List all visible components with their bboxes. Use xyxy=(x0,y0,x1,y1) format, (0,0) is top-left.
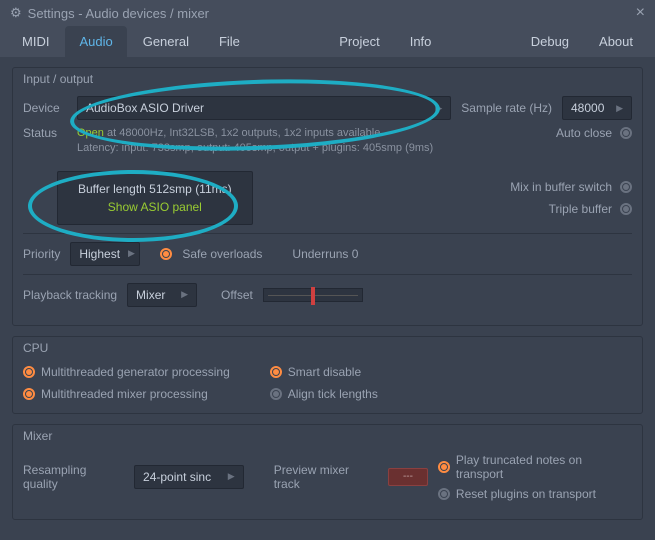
mt-gen-radio[interactable]: Multithreaded generator processing xyxy=(23,365,230,379)
resampling-value: 24-point sinc xyxy=(143,470,211,484)
playback-tracking-select[interactable]: Mixer ▶ xyxy=(127,283,197,307)
status-open: Open xyxy=(77,127,104,139)
tab-about[interactable]: About xyxy=(585,26,647,57)
sample-rate-select[interactable]: 48000 ▶ xyxy=(562,96,632,120)
chevron-right-icon: ▶ xyxy=(616,103,623,114)
playback-tracking-label: Playback tracking xyxy=(23,288,117,302)
status-details: at 48000Hz, Int32LSB, 1x2 outputs, 1x2 i… xyxy=(104,127,380,139)
buffer-length-text: Buffer length 512smp (11ms) xyxy=(78,182,232,196)
priority-label: Priority xyxy=(23,247,60,261)
tab-audio[interactable]: Audio xyxy=(65,26,126,57)
chevron-right-icon: ▶ xyxy=(228,471,235,482)
chevron-right-icon: ▶ xyxy=(128,248,135,259)
close-icon[interactable]: × xyxy=(636,4,645,22)
align-tick-radio[interactable]: Align tick lengths xyxy=(270,387,378,401)
mix-in-buffer-radio[interactable] xyxy=(620,181,632,193)
priority-select[interactable]: Highest ▶ xyxy=(70,242,140,266)
preview-track-button[interactable]: --- xyxy=(388,468,428,486)
tab-file[interactable]: File xyxy=(205,26,254,57)
device-value: AudioBox ASIO Driver xyxy=(86,101,204,115)
section-cpu: CPU Multithreaded generator processing M… xyxy=(12,336,643,414)
tab-debug[interactable]: Debug xyxy=(517,26,583,57)
mix-in-buffer-label: Mix in buffer switch xyxy=(510,180,612,194)
section-mixer: Mixer Resampling quality 24-point sinc ▶… xyxy=(12,424,643,520)
auto-close-radio[interactable] xyxy=(620,127,632,139)
device-select[interactable]: AudioBox ASIO Driver ▶ xyxy=(77,96,451,120)
tab-info[interactable]: Info xyxy=(396,26,446,57)
safe-overloads-label: Safe overloads xyxy=(182,247,262,261)
status-text: Open at 48000Hz, Int32LSB, 1x2 outputs, … xyxy=(77,126,546,157)
offset-label: Offset xyxy=(221,288,253,302)
triple-buffer-radio[interactable] xyxy=(620,203,632,215)
smart-disable-radio[interactable]: Smart disable xyxy=(270,365,378,379)
device-label: Device xyxy=(23,101,67,115)
safe-overloads-radio[interactable] xyxy=(160,248,172,260)
mt-mix-radio[interactable]: Multithreaded mixer processing xyxy=(23,387,230,401)
buffer-panel: Buffer length 512smp (11ms) Show ASIO pa… xyxy=(57,171,253,225)
playback-tracking-value: Mixer xyxy=(136,288,165,302)
auto-close-label: Auto close xyxy=(556,126,612,140)
tab-bar: MIDI Audio General File Project Info Deb… xyxy=(0,26,655,57)
tab-general[interactable]: General xyxy=(129,26,203,57)
resampling-label: Resampling quality xyxy=(23,463,124,491)
slider-thumb[interactable] xyxy=(311,287,315,305)
show-asio-link[interactable]: Show ASIO panel xyxy=(78,200,232,214)
section-title: CPU xyxy=(23,341,632,355)
triple-buffer-label: Triple buffer xyxy=(549,202,612,216)
window-title-text: Settings - Audio devices / mixer xyxy=(28,6,209,21)
window-titlebar: ⚙ Settings - Audio devices / mixer × xyxy=(0,0,655,26)
preview-label: Preview mixer track xyxy=(274,463,378,491)
section-input-output: Input / output Device AudioBox ASIO Driv… xyxy=(12,67,643,326)
chevron-right-icon: ▶ xyxy=(181,289,188,300)
status-latency: Latency: input: 733smp, output: 405smp, … xyxy=(77,142,433,154)
offset-slider[interactable] xyxy=(263,288,363,302)
underruns-text: Underruns 0 xyxy=(292,247,358,261)
reset-plugins-radio[interactable]: Reset plugins on transport xyxy=(438,487,596,501)
chevron-right-icon: ▶ xyxy=(435,103,442,114)
section-title: Input / output xyxy=(23,72,632,86)
status-label: Status xyxy=(23,126,67,140)
tab-midi[interactable]: MIDI xyxy=(8,26,63,57)
tab-project[interactable]: Project xyxy=(325,26,393,57)
settings-icon: ⚙ xyxy=(10,5,22,21)
section-title: Mixer xyxy=(23,429,632,443)
sample-rate-label: Sample rate (Hz) xyxy=(461,101,552,115)
resampling-select[interactable]: 24-point sinc ▶ xyxy=(134,465,244,489)
play-truncated-radio[interactable]: Play truncated notes on transport xyxy=(438,453,632,481)
priority-value: Highest xyxy=(79,247,120,261)
sample-rate-value: 48000 xyxy=(571,101,604,115)
